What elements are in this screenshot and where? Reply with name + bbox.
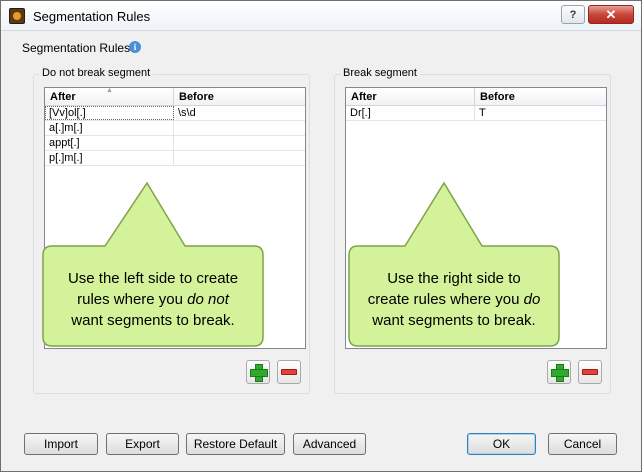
window-title: Segmentation Rules [33,9,151,24]
page-title: Segmentation Rules [22,41,131,55]
add-rule-button-left[interactable] [246,360,270,384]
title-bar[interactable]: Segmentation Rules ? ✕ [1,1,641,31]
column-header-after[interactable]: After [346,88,475,105]
cell-after[interactable]: a[.]m[.] [45,121,174,135]
table-row[interactable]: a[.]m[.] [45,121,305,136]
info-icon[interactable]: i [129,41,141,53]
app-icon [9,8,25,24]
do-not-break-label: Do not break segment [39,67,154,79]
add-rule-button-right[interactable] [547,360,571,384]
cancel-button[interactable]: Cancel [548,433,617,455]
grid-header: After Before [346,88,606,106]
table-row[interactable]: p[.]m[.] [45,151,305,166]
close-button[interactable]: ✕ [588,5,634,24]
minus-icon [582,369,598,375]
cell-after[interactable]: p[.]m[.] [45,151,174,165]
column-header-before[interactable]: Before [174,88,305,105]
cell-after[interactable]: appt[.] [45,136,174,150]
column-header-before[interactable]: Before [475,88,606,105]
table-row[interactable]: appt[.] [45,136,305,151]
cell-after[interactable]: [Vv]ol[.] [45,106,174,120]
break-label: Break segment [340,67,420,79]
restore-default-button[interactable]: Restore Default [186,433,285,455]
cell-after[interactable]: Dr[.] [346,106,475,120]
do-not-break-group: Do not break segment ▲ After Before [Vv]… [33,67,310,394]
table-row[interactable]: [Vv]ol[.] \s\d [45,106,305,121]
left-callout-text: Use the left side to create rules where … [67,270,239,329]
dialog-window: Segmentation Rules ? ✕ Segmentation Rule… [0,0,642,472]
export-button[interactable]: Export [106,433,179,455]
plus-icon [551,364,569,382]
right-callout-text: Use the right side to create rules where… [367,270,541,329]
grid-header: ▲ After Before [45,87,305,106]
ok-button[interactable]: OK [467,433,536,455]
minus-icon [281,369,297,375]
cell-before[interactable]: \s\d [174,106,305,120]
import-button[interactable]: Import [24,433,98,455]
remove-rule-button-right[interactable] [578,360,602,384]
cell-before[interactable] [174,151,305,165]
cell-before[interactable] [174,121,305,135]
cell-before[interactable]: T [475,106,606,120]
cell-before[interactable] [174,136,305,150]
remove-rule-button-left[interactable] [277,360,301,384]
dialog-content: Segmentation Rules i Do not break segmen… [9,32,633,464]
column-header-after[interactable]: ▲ After [45,87,174,105]
plus-icon [250,364,268,382]
sort-arrow-icon: ▲ [106,87,113,94]
help-button[interactable]: ? [561,5,585,24]
advanced-button[interactable]: Advanced [293,433,366,455]
break-group: Break segment After Before Dr[.] T [334,67,611,394]
table-row[interactable]: Dr[.] T [346,106,606,121]
